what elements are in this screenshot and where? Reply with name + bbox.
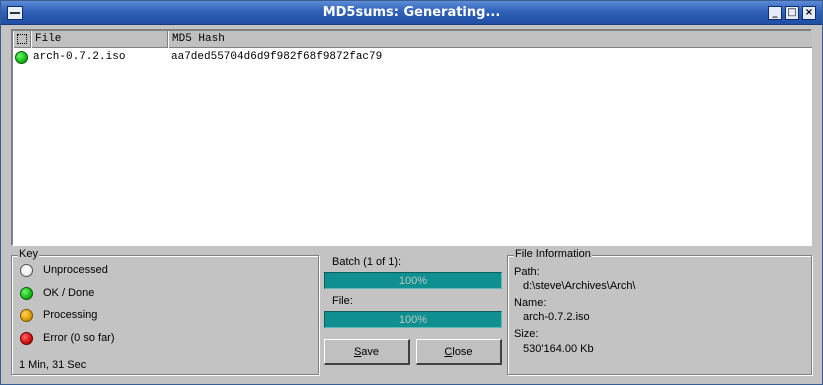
progress-panel: Batch (1 of 1): 100% File: 100% Save Clo… (323, 255, 503, 375)
maximize-button[interactable]: □ (785, 6, 799, 20)
header-select-all[interactable] (13, 31, 31, 48)
row-file-name: arch-0.7.2.iso (33, 51, 126, 63)
save-label-rest: ave (361, 346, 380, 358)
batch-progress-bar: 100% (324, 272, 502, 289)
file-list[interactable]: File MD5 Hash arch-0.7.2.iso aa7ded55704… (11, 29, 812, 246)
size-value: 530'164.00 Kb (523, 343, 594, 355)
elapsed-time: 1 Min, 31 Sec (19, 359, 87, 371)
path-label: Path: (514, 266, 540, 278)
md5sums-window: MD5sums: Generating... _ □ × File MD5 Ha… (0, 0, 823, 385)
batch-progress-text: 100% (398, 275, 428, 287)
ok-dot-icon (20, 287, 33, 300)
file-progress-text: 100% (398, 314, 428, 326)
header-file[interactable]: File (31, 31, 168, 48)
key-label: Error (0 so far) (43, 332, 115, 344)
header-md5-hash[interactable]: MD5 Hash (168, 31, 811, 48)
close-label-rest: lose (452, 346, 473, 358)
minimize-button[interactable]: _ (768, 6, 782, 20)
name-label: Name: (514, 297, 547, 309)
batch-label: Batch (1 of 1): (332, 256, 402, 268)
window-title: MD5sums: Generating... (322, 5, 501, 20)
save-button[interactable]: Save (324, 339, 410, 365)
file-progress-bar: 100% (324, 311, 502, 328)
file-information-title: File Information (514, 248, 592, 260)
file-label: File: (332, 295, 353, 307)
row-md5-hash: aa7ded55704d6d9f982f68f9872fac79 (171, 51, 383, 63)
path-value: d:\steve\Archives\Arch\ (523, 280, 636, 292)
key-label: Processing (43, 309, 98, 321)
close-button[interactable]: Close (416, 339, 502, 365)
error-dot-icon (20, 332, 33, 345)
close-window-button[interactable]: × (802, 6, 816, 20)
table-row[interactable]: arch-0.7.2.iso aa7ded55704d6d9f982f68f98… (13, 49, 812, 65)
name-value: arch-0.7.2.iso (523, 311, 590, 323)
key-group-title: Key (18, 248, 39, 260)
file-information-group: File Information Path: d:\steve\Archives… (507, 248, 812, 375)
select-all-box[interactable] (17, 34, 27, 44)
title-bar[interactable]: MD5sums: Generating... _ □ × (1, 1, 822, 25)
status-ok-icon (15, 51, 28, 64)
processing-dot-icon (20, 309, 33, 322)
size-label: Size: (514, 328, 539, 340)
key-label: Unprocessed (43, 264, 108, 276)
list-header: File MD5 Hash (13, 31, 812, 48)
unprocessed-dot-icon (20, 264, 33, 277)
key-label: OK / Done (43, 287, 95, 299)
key-group: Key Unprocessed OK / Done Processing Err… (11, 248, 319, 375)
